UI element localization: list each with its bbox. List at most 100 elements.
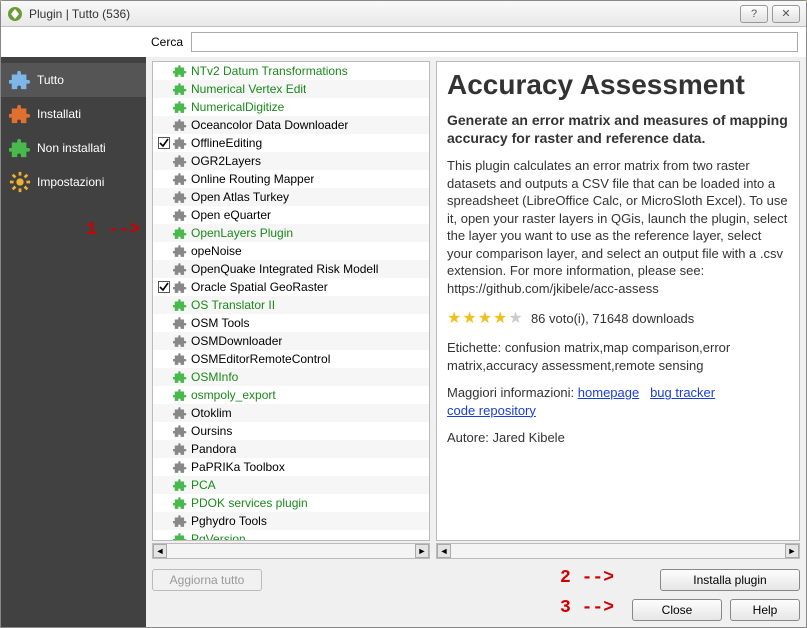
plugin-row[interactable]: OpenQuake Integrated Risk Modell — [153, 260, 429, 278]
plugin-row[interactable]: OS Translator II — [153, 296, 429, 314]
qgis-icon — [7, 6, 23, 22]
plugin-checkbox — [157, 478, 171, 492]
plugin-checkbox — [157, 172, 171, 186]
plugin-checkbox — [157, 406, 171, 420]
horizontal-scrollbars: ◄► ◄► — [152, 543, 800, 559]
puzzle-icon — [173, 388, 187, 402]
puzzle-icon — [173, 244, 187, 258]
plugin-name: NTv2 Datum Transformations — [191, 64, 348, 78]
puzzle-icon — [173, 478, 187, 492]
puzzle-installed-icon — [9, 103, 31, 125]
plugin-row[interactable]: NTv2 Datum Transformations — [153, 62, 429, 80]
plugin-detail[interactable]: Accuracy Assessment Generate an error ma… — [437, 62, 799, 540]
puzzle-icon — [173, 154, 187, 168]
sidebar-item-not-installed[interactable]: Non installati — [1, 131, 146, 165]
puzzle-icon — [173, 334, 187, 348]
plugin-row[interactable]: OpenLayers Plugin — [153, 224, 429, 242]
plugin-name: Pghydro Tools — [191, 514, 267, 528]
plugin-checkbox — [157, 388, 171, 402]
plugin-row[interactable]: osmpoly_export — [153, 386, 429, 404]
detail-title: Accuracy Assessment — [447, 70, 789, 101]
sidebar-item-label: Installati — [37, 107, 81, 121]
plugin-detail-panel: Accuracy Assessment Generate an error ma… — [436, 61, 800, 541]
plugin-checkbox — [157, 352, 171, 366]
plugin-list-panel: NTv2 Datum Transformations Numerical Vert… — [152, 61, 430, 541]
window-title: Plugin | Tutto (536) — [29, 7, 736, 21]
puzzle-icon — [173, 226, 187, 240]
install-plugin-button[interactable]: Installa plugin — [660, 569, 800, 591]
plugin-checkbox — [157, 334, 171, 348]
puzzle-icon — [173, 172, 187, 186]
detail-rating: ★★★★★ 86 voto(i), 71648 downloads — [447, 308, 789, 330]
sidebar-item-settings[interactable]: Impostazioni — [1, 165, 146, 199]
plugin-row[interactable]: OSMEditorRemoteControl — [153, 350, 429, 368]
plugin-list[interactable]: NTv2 Datum Transformations Numerical Vert… — [153, 62, 429, 540]
plugin-row[interactable]: Open Atlas Turkey — [153, 188, 429, 206]
help-button-titlebar[interactable]: ? — [740, 5, 768, 23]
plugin-name: Oursins — [191, 424, 232, 438]
detail-hscroll[interactable]: ◄► — [436, 543, 800, 559]
detail-tags: Etichette: confusion matrix,map comparis… — [447, 339, 789, 374]
plugin-row[interactable]: OSM Tools — [153, 314, 429, 332]
plugin-row[interactable]: PDOK services plugin — [153, 494, 429, 512]
plugin-row[interactable]: NumericalDigitize — [153, 98, 429, 116]
help-button[interactable]: Help — [730, 599, 800, 621]
update-all-button: Aggiorna tutto — [152, 569, 262, 591]
search-input[interactable] — [191, 32, 798, 52]
plugin-checkbox — [157, 154, 171, 168]
plugin-name: Online Routing Mapper — [191, 172, 314, 186]
detail-more: Maggiori informazioni: homepage bug trac… — [447, 384, 789, 419]
plugin-row[interactable]: PgVersion — [153, 530, 429, 540]
plugin-name: OSMDownloader — [191, 334, 282, 348]
plugin-row[interactable]: Online Routing Mapper — [153, 170, 429, 188]
plugin-name: opeNoise — [191, 244, 242, 258]
plugin-row[interactable]: Oracle Spatial GeoRaster — [153, 278, 429, 296]
plugin-name: Numerical Vertex Edit — [191, 82, 306, 96]
plugin-row[interactable]: PaPRIKa Toolbox — [153, 458, 429, 476]
link-coderepo[interactable]: code repository — [447, 403, 536, 418]
gear-icon — [9, 171, 31, 193]
plugin-checkbox[interactable] — [157, 136, 171, 150]
search-bar: Cerca — [1, 27, 806, 57]
plugin-checkbox — [157, 82, 171, 96]
plugin-row[interactable]: Oursins — [153, 422, 429, 440]
puzzle-icon — [173, 208, 187, 222]
plugin-checkbox — [157, 190, 171, 204]
link-homepage[interactable]: homepage — [578, 385, 639, 400]
plugin-row[interactable]: OSMInfo — [153, 368, 429, 386]
plugin-row[interactable]: Numerical Vertex Edit — [153, 80, 429, 98]
plugin-name: Oracle Spatial GeoRaster — [191, 280, 328, 294]
puzzle-icon — [173, 64, 187, 78]
plugin-name: PDOK services plugin — [191, 496, 308, 510]
plugin-checkbox[interactable] — [157, 280, 171, 294]
plugin-checkbox — [157, 424, 171, 438]
plugin-row[interactable]: PCA — [153, 476, 429, 494]
close-button-titlebar[interactable]: ✕ — [772, 5, 800, 23]
plugin-row[interactable]: OSMDownloader — [153, 332, 429, 350]
sidebar-item-installed[interactable]: Installati — [1, 97, 146, 131]
puzzle-icon — [173, 118, 187, 132]
sidebar-item-all[interactable]: Tutto — [1, 63, 146, 97]
plugin-name: Oceancolor Data Downloader — [191, 118, 348, 132]
plugin-row[interactable]: OGR2Layers — [153, 152, 429, 170]
plugin-row[interactable]: OfflineEditing — [153, 134, 429, 152]
plugin-row[interactable]: Pandora — [153, 440, 429, 458]
puzzle-icon — [173, 442, 187, 456]
plugin-checkbox — [157, 532, 171, 540]
votes-text: 86 voto(i), 71648 downloads — [531, 311, 694, 326]
plugin-name: OfflineEditing — [191, 136, 262, 150]
plugin-row[interactable]: Otoklim — [153, 404, 429, 422]
plugin-checkbox — [157, 100, 171, 114]
plugin-checkbox — [157, 442, 171, 456]
close-button[interactable]: Close — [632, 599, 722, 621]
link-bugtracker[interactable]: bug tracker — [650, 385, 715, 400]
plugin-checkbox — [157, 460, 171, 474]
sidebar-item-label: Impostazioni — [37, 175, 104, 189]
plugin-name: Otoklim — [191, 406, 232, 420]
plugin-row[interactable]: Open eQuarter — [153, 206, 429, 224]
list-hscroll[interactable]: ◄► — [152, 543, 430, 559]
plugin-row[interactable]: Oceancolor Data Downloader — [153, 116, 429, 134]
plugin-row[interactable]: opeNoise — [153, 242, 429, 260]
plugin-row[interactable]: Pghydro Tools — [153, 512, 429, 530]
plugin-name: Pandora — [191, 442, 236, 456]
